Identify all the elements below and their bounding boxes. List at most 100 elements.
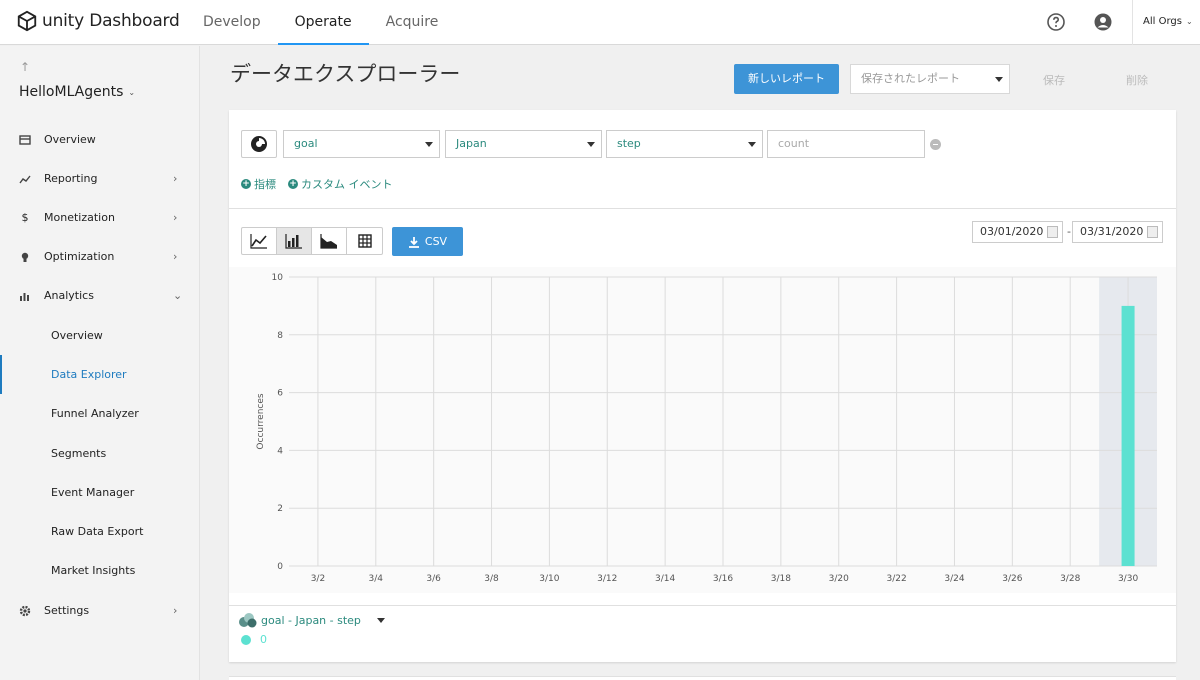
nav-acquire[interactable]: Acquire <box>369 0 456 45</box>
caret-down-icon <box>995 77 1003 82</box>
x-tick-label: 3/22 <box>886 574 906 584</box>
caret-down-icon <box>587 142 595 147</box>
org-select-label: All Orgs <box>1143 16 1182 27</box>
series-cluster-icon <box>239 613 257 628</box>
sidebar-subitem-funnel-analyzer[interactable]: Funnel Analyzer <box>0 394 200 433</box>
country-select[interactable]: Japan <box>445 130 602 158</box>
date-separator: - <box>1067 225 1071 238</box>
chevron-right-icon: › <box>173 211 178 224</box>
occurrences-bar-chart: 0 2 4 6 8 10 3/2 3/4 3/6 3/8 3/10 3/12 3/14 3/16 3/18 3… <box>229 267 1176 593</box>
sidebar-subitem-raw-data-export[interactable]: Raw Data Export <box>0 512 200 551</box>
new-report-button[interactable]: 新しいレポート <box>734 64 839 94</box>
account-icon[interactable] <box>1093 12 1113 32</box>
parameter-select[interactable]: step <box>606 130 763 158</box>
y-tick-label: 10 <box>272 273 284 283</box>
sidebar-subitem-event-manager[interactable]: Event Manager <box>0 473 200 512</box>
caret-down-icon <box>425 142 433 147</box>
sidebar-item-label: Monetization <box>44 211 115 224</box>
end-date-value: 03/31/2020 <box>1080 225 1144 238</box>
y-tick-label: 4 <box>277 446 283 456</box>
unity-logo[interactable]: unity Dashboard <box>16 10 180 32</box>
y-tick-label: 8 <box>277 331 283 341</box>
y-tick-label: 6 <box>277 389 283 399</box>
metric-select[interactable]: goal <box>283 130 440 158</box>
metric-color-button[interactable] <box>241 130 277 158</box>
sidebar-item-label: Settings <box>44 604 90 617</box>
x-tick-label: 3/10 <box>539 574 559 584</box>
sidebar-item-label: Optimization <box>44 250 115 263</box>
remove-filter-icon[interactable] <box>930 138 941 150</box>
org-select[interactable]: All Orgs ⌄ <box>1143 16 1193 27</box>
sidebar-item-optimization[interactable]: Optimization › <box>0 237 200 276</box>
sidebar-item-reporting[interactable]: Reporting › <box>0 159 200 198</box>
sidebar-subitem-segments[interactable]: Segments <box>0 434 200 473</box>
sidebar-item-analytics[interactable]: Analytics ⌄ <box>0 276 200 315</box>
legend-value: 0 <box>241 633 267 646</box>
x-tick-label: 3/26 <box>1002 574 1022 584</box>
x-tick-label: 3/24 <box>944 574 964 584</box>
save-button[interactable]: 保存 <box>1043 72 1065 88</box>
chevron-right-icon: › <box>173 250 178 263</box>
add-metric-label: 指標 <box>254 178 276 191</box>
org-separator <box>1132 0 1133 45</box>
area-chart-button[interactable] <box>312 228 347 254</box>
line-chart-button[interactable] <box>242 228 277 254</box>
sidebar-subitem-market-insights[interactable]: Market Insights <box>0 551 200 590</box>
delete-button[interactable]: 削除 <box>1126 72 1148 88</box>
sidebar-item-settings[interactable]: Settings › <box>0 591 200 630</box>
plus-circle-icon: + <box>241 179 251 189</box>
bar <box>1121 305 1135 566</box>
sidebar-subitem-data-explorer[interactable]: Data Explorer <box>0 355 200 394</box>
help-icon[interactable] <box>1046 12 1066 32</box>
project-selector[interactable]: HelloMLAgents ⌄ <box>19 84 135 100</box>
top-nav: Develop Operate Acquire <box>186 0 455 45</box>
legend-value-label: 0 <box>260 633 267 646</box>
metric-select-value: goal <box>294 137 318 150</box>
chevron-down-icon: ⌄ <box>1185 17 1193 26</box>
divider <box>229 605 1176 606</box>
calendar-icon[interactable] <box>1047 226 1058 238</box>
add-custom-event-link[interactable]: + カスタム イベント <box>288 176 393 192</box>
unity-cube-icon <box>17 10 37 32</box>
bar-chart-icon <box>285 234 302 249</box>
page-title: データエクスプローラー <box>230 62 461 86</box>
csv-download-button[interactable]: CSV <box>392 227 463 256</box>
sidebar-subitem-overview[interactable]: Overview <box>0 316 200 355</box>
y-axis-label: Occurrences <box>256 393 266 449</box>
pie-chart-icon <box>251 136 267 152</box>
caret-down-icon <box>748 142 756 147</box>
sidebar-item-label: Reporting <box>44 172 98 185</box>
explorer-card: goal Japan step count + 指標 + カスタム イベント C… <box>229 110 1176 662</box>
sidebar-item-monetization[interactable]: $ Monetization › <box>0 198 200 237</box>
table-view-button[interactable] <box>347 228 382 254</box>
x-tick-label: 3/20 <box>829 574 849 584</box>
saved-reports-select[interactable]: 保存されたレポート <box>850 64 1010 94</box>
sidebar: ↑ HelloMLAgents ⌄ Overview Reporting › $… <box>0 46 200 680</box>
y-tick-label: 2 <box>277 504 283 514</box>
legend-series-name: goal - Japan - step <box>261 613 361 627</box>
plus-circle-icon: + <box>288 179 298 189</box>
x-tick-label: 3/2 <box>311 574 325 584</box>
legend-dot <box>241 634 251 645</box>
aggregation-input[interactable]: count <box>767 130 925 158</box>
gear-icon <box>0 605 44 617</box>
parameter-select-value: step <box>617 137 641 150</box>
bar-chart-button[interactable] <box>277 228 312 254</box>
nav-develop[interactable]: Develop <box>186 0 278 45</box>
area-chart-icon <box>320 234 337 249</box>
add-metric-link[interactable]: + 指標 <box>241 176 276 192</box>
logo-text: unity Dashboard <box>42 11 180 31</box>
sidebar-item-overview[interactable]: Overview <box>0 120 200 159</box>
project-name: HelloMLAgents <box>19 84 124 100</box>
add-links: + 指標 + カスタム イベント <box>241 176 405 192</box>
start-date-input[interactable]: 03/01/2020 <box>972 221 1063 243</box>
legend-series[interactable]: goal - Japan - step <box>237 612 385 628</box>
calendar-icon[interactable] <box>1147 226 1158 238</box>
nav-operate[interactable]: Operate <box>277 0 369 45</box>
end-date-input[interactable]: 03/31/2020 <box>1072 221 1163 243</box>
sidebar-item-label: Overview <box>44 133 96 146</box>
x-tick-label: 3/18 <box>771 574 791 584</box>
back-arrow-icon[interactable]: ↑ <box>20 60 30 74</box>
add-custom-event-label: カスタム イベント <box>301 178 393 191</box>
caret-down-icon[interactable] <box>376 617 385 623</box>
